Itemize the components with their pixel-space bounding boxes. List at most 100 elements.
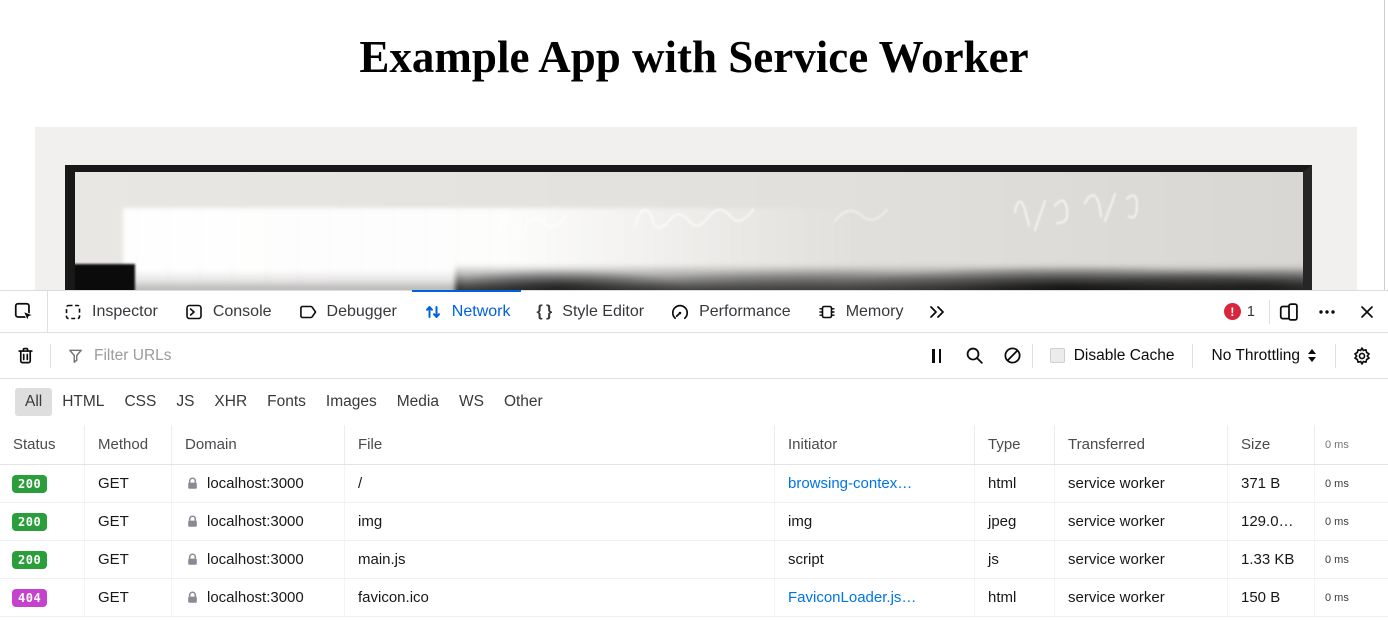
- console-icon: [184, 302, 204, 322]
- domain-cell: localhost:3000: [207, 475, 304, 492]
- tab-debugger[interactable]: Debugger: [287, 291, 408, 332]
- request-filter-images[interactable]: Images: [316, 388, 387, 416]
- pause-traffic-button[interactable]: [918, 333, 956, 378]
- tab-network[interactable]: Network: [412, 291, 522, 332]
- page-title: Example App with Service Worker: [0, 33, 1388, 83]
- meatball-menu-button[interactable]: [1308, 291, 1346, 332]
- network-icon: [423, 302, 443, 322]
- error-count: 1: [1247, 304, 1255, 320]
- domain-cell: localhost:3000: [207, 551, 304, 568]
- search-button[interactable]: [956, 333, 994, 378]
- column-header-waterfall[interactable]: 0 ms: [1315, 425, 1388, 464]
- tab-label: Console: [213, 303, 272, 321]
- disable-cache-control[interactable]: Disable Cache: [1033, 347, 1192, 365]
- pause-icon: [932, 349, 941, 363]
- column-header-method[interactable]: Method: [85, 425, 172, 464]
- request-filter-bar: AllHTMLCSSJSXHRFontsImagesMediaWSOther: [0, 379, 1388, 425]
- request-filter-html[interactable]: HTML: [52, 388, 114, 416]
- tab-label: Performance: [699, 303, 791, 321]
- disable-cache-label: Disable Cache: [1074, 347, 1175, 365]
- initiator-cell: img: [775, 503, 975, 540]
- inspector-icon: [63, 302, 83, 322]
- block-requests-button[interactable]: [994, 333, 1032, 378]
- initiator-link[interactable]: browsing-contex…: [775, 465, 975, 502]
- funnel-icon: [66, 346, 85, 365]
- gear-icon: [1351, 345, 1373, 367]
- network-request-row[interactable]: 200 GET localhost:3000 img img jpeg serv…: [0, 503, 1388, 541]
- column-header-transferred[interactable]: Transferred: [1055, 425, 1228, 464]
- meatball-menu-icon: [1317, 302, 1337, 322]
- tab-memory[interactable]: Memory: [806, 291, 915, 332]
- file-cell: main.js: [345, 541, 775, 578]
- type-cell: jpeg: [975, 503, 1055, 540]
- method-cell: GET: [85, 465, 172, 502]
- type-cell: html: [975, 465, 1055, 502]
- throttling-dropdown[interactable]: No Throttling: [1193, 347, 1335, 365]
- size-cell: 1.33 KB: [1228, 541, 1315, 578]
- column-header-file[interactable]: File: [345, 425, 775, 464]
- size-cell: 150 B: [1228, 579, 1315, 616]
- transferred-cell: service worker: [1055, 579, 1228, 616]
- tab-style-editor[interactable]: { } Style Editor: [525, 291, 655, 332]
- devtools-panel: Inspector Console Debugger: [0, 290, 1388, 622]
- performance-icon: [670, 302, 690, 322]
- tab-console[interactable]: Console: [173, 291, 283, 332]
- request-filter-all[interactable]: All: [15, 388, 52, 416]
- column-header-domain[interactable]: Domain: [172, 425, 345, 464]
- network-request-row[interactable]: 404 GET localhost:3000 favicon.ico Favic…: [0, 579, 1388, 617]
- clear-requests-button[interactable]: [0, 333, 50, 378]
- search-icon: [964, 345, 985, 366]
- responsive-design-button[interactable]: [1270, 291, 1308, 332]
- waterfall-time-cell: 0 ms: [1315, 541, 1388, 578]
- request-filter-js[interactable]: JS: [166, 388, 204, 416]
- chevron-double-right-icon: [926, 302, 948, 322]
- filter-urls-input[interactable]: Filter URLs: [51, 346, 918, 365]
- column-header-status[interactable]: Status: [0, 425, 85, 464]
- network-request-row[interactable]: 200 GET localhost:3000 main.js script js…: [0, 541, 1388, 579]
- tab-label: Network: [452, 303, 511, 321]
- request-filter-media[interactable]: Media: [387, 388, 449, 416]
- disable-cache-checkbox[interactable]: [1050, 348, 1065, 363]
- column-header-size[interactable]: Size: [1228, 425, 1315, 464]
- transferred-cell: service worker: [1055, 541, 1228, 578]
- more-tabs-button[interactable]: [914, 291, 960, 332]
- devtools-tab-bar: Inspector Console Debugger: [0, 291, 1388, 333]
- tab-inspector[interactable]: Inspector: [52, 291, 169, 332]
- size-cell: 371 B: [1228, 465, 1315, 502]
- column-header-initiator[interactable]: Initiator: [775, 425, 975, 464]
- tab-label: Debugger: [327, 303, 397, 321]
- browser-screen: Example App with Service Worker: [0, 0, 1388, 622]
- request-filter-ws[interactable]: WS: [449, 388, 494, 416]
- request-filter-css[interactable]: CSS: [114, 388, 166, 416]
- page-image-band: [35, 127, 1357, 290]
- file-cell: favicon.ico: [345, 579, 775, 616]
- tab-performance[interactable]: Performance: [659, 291, 802, 332]
- tab-label: Memory: [846, 303, 904, 321]
- column-header-type[interactable]: Type: [975, 425, 1055, 464]
- request-filter-other[interactable]: Other: [494, 388, 553, 416]
- network-request-row[interactable]: 200 GET localhost:3000 / browsing-contex…: [0, 465, 1388, 503]
- network-settings-button[interactable]: [1336, 333, 1388, 378]
- error-badge[interactable]: ! 1: [1210, 291, 1269, 332]
- size-cell: 129.0…: [1228, 503, 1315, 540]
- close-devtools-button[interactable]: [1346, 291, 1388, 332]
- domain-cell: localhost:3000: [207, 589, 304, 606]
- request-filter-fonts[interactable]: Fonts: [257, 388, 316, 416]
- filter-urls-placeholder: Filter URLs: [94, 347, 172, 365]
- photo-handwriting: [75, 172, 1303, 290]
- transferred-cell: service worker: [1055, 503, 1228, 540]
- initiator-link[interactable]: FaviconLoader.js…: [775, 579, 975, 616]
- method-cell: GET: [85, 579, 172, 616]
- node-picker-button[interactable]: [0, 291, 48, 332]
- request-filter-xhr[interactable]: XHR: [204, 388, 257, 416]
- waterfall-time-cell: 0 ms: [1315, 465, 1388, 502]
- request-table-header: Status Method Domain File Initiator Type…: [0, 425, 1388, 465]
- lock-icon: [185, 514, 200, 529]
- tab-label: Style Editor: [562, 303, 644, 321]
- photo: [65, 165, 1312, 290]
- responsive-design-icon: [1278, 301, 1300, 323]
- waterfall-time-cell: 0 ms: [1315, 579, 1388, 616]
- throttling-value: No Throttling: [1212, 347, 1300, 365]
- domain-cell: localhost:3000: [207, 513, 304, 530]
- file-cell: img: [345, 503, 775, 540]
